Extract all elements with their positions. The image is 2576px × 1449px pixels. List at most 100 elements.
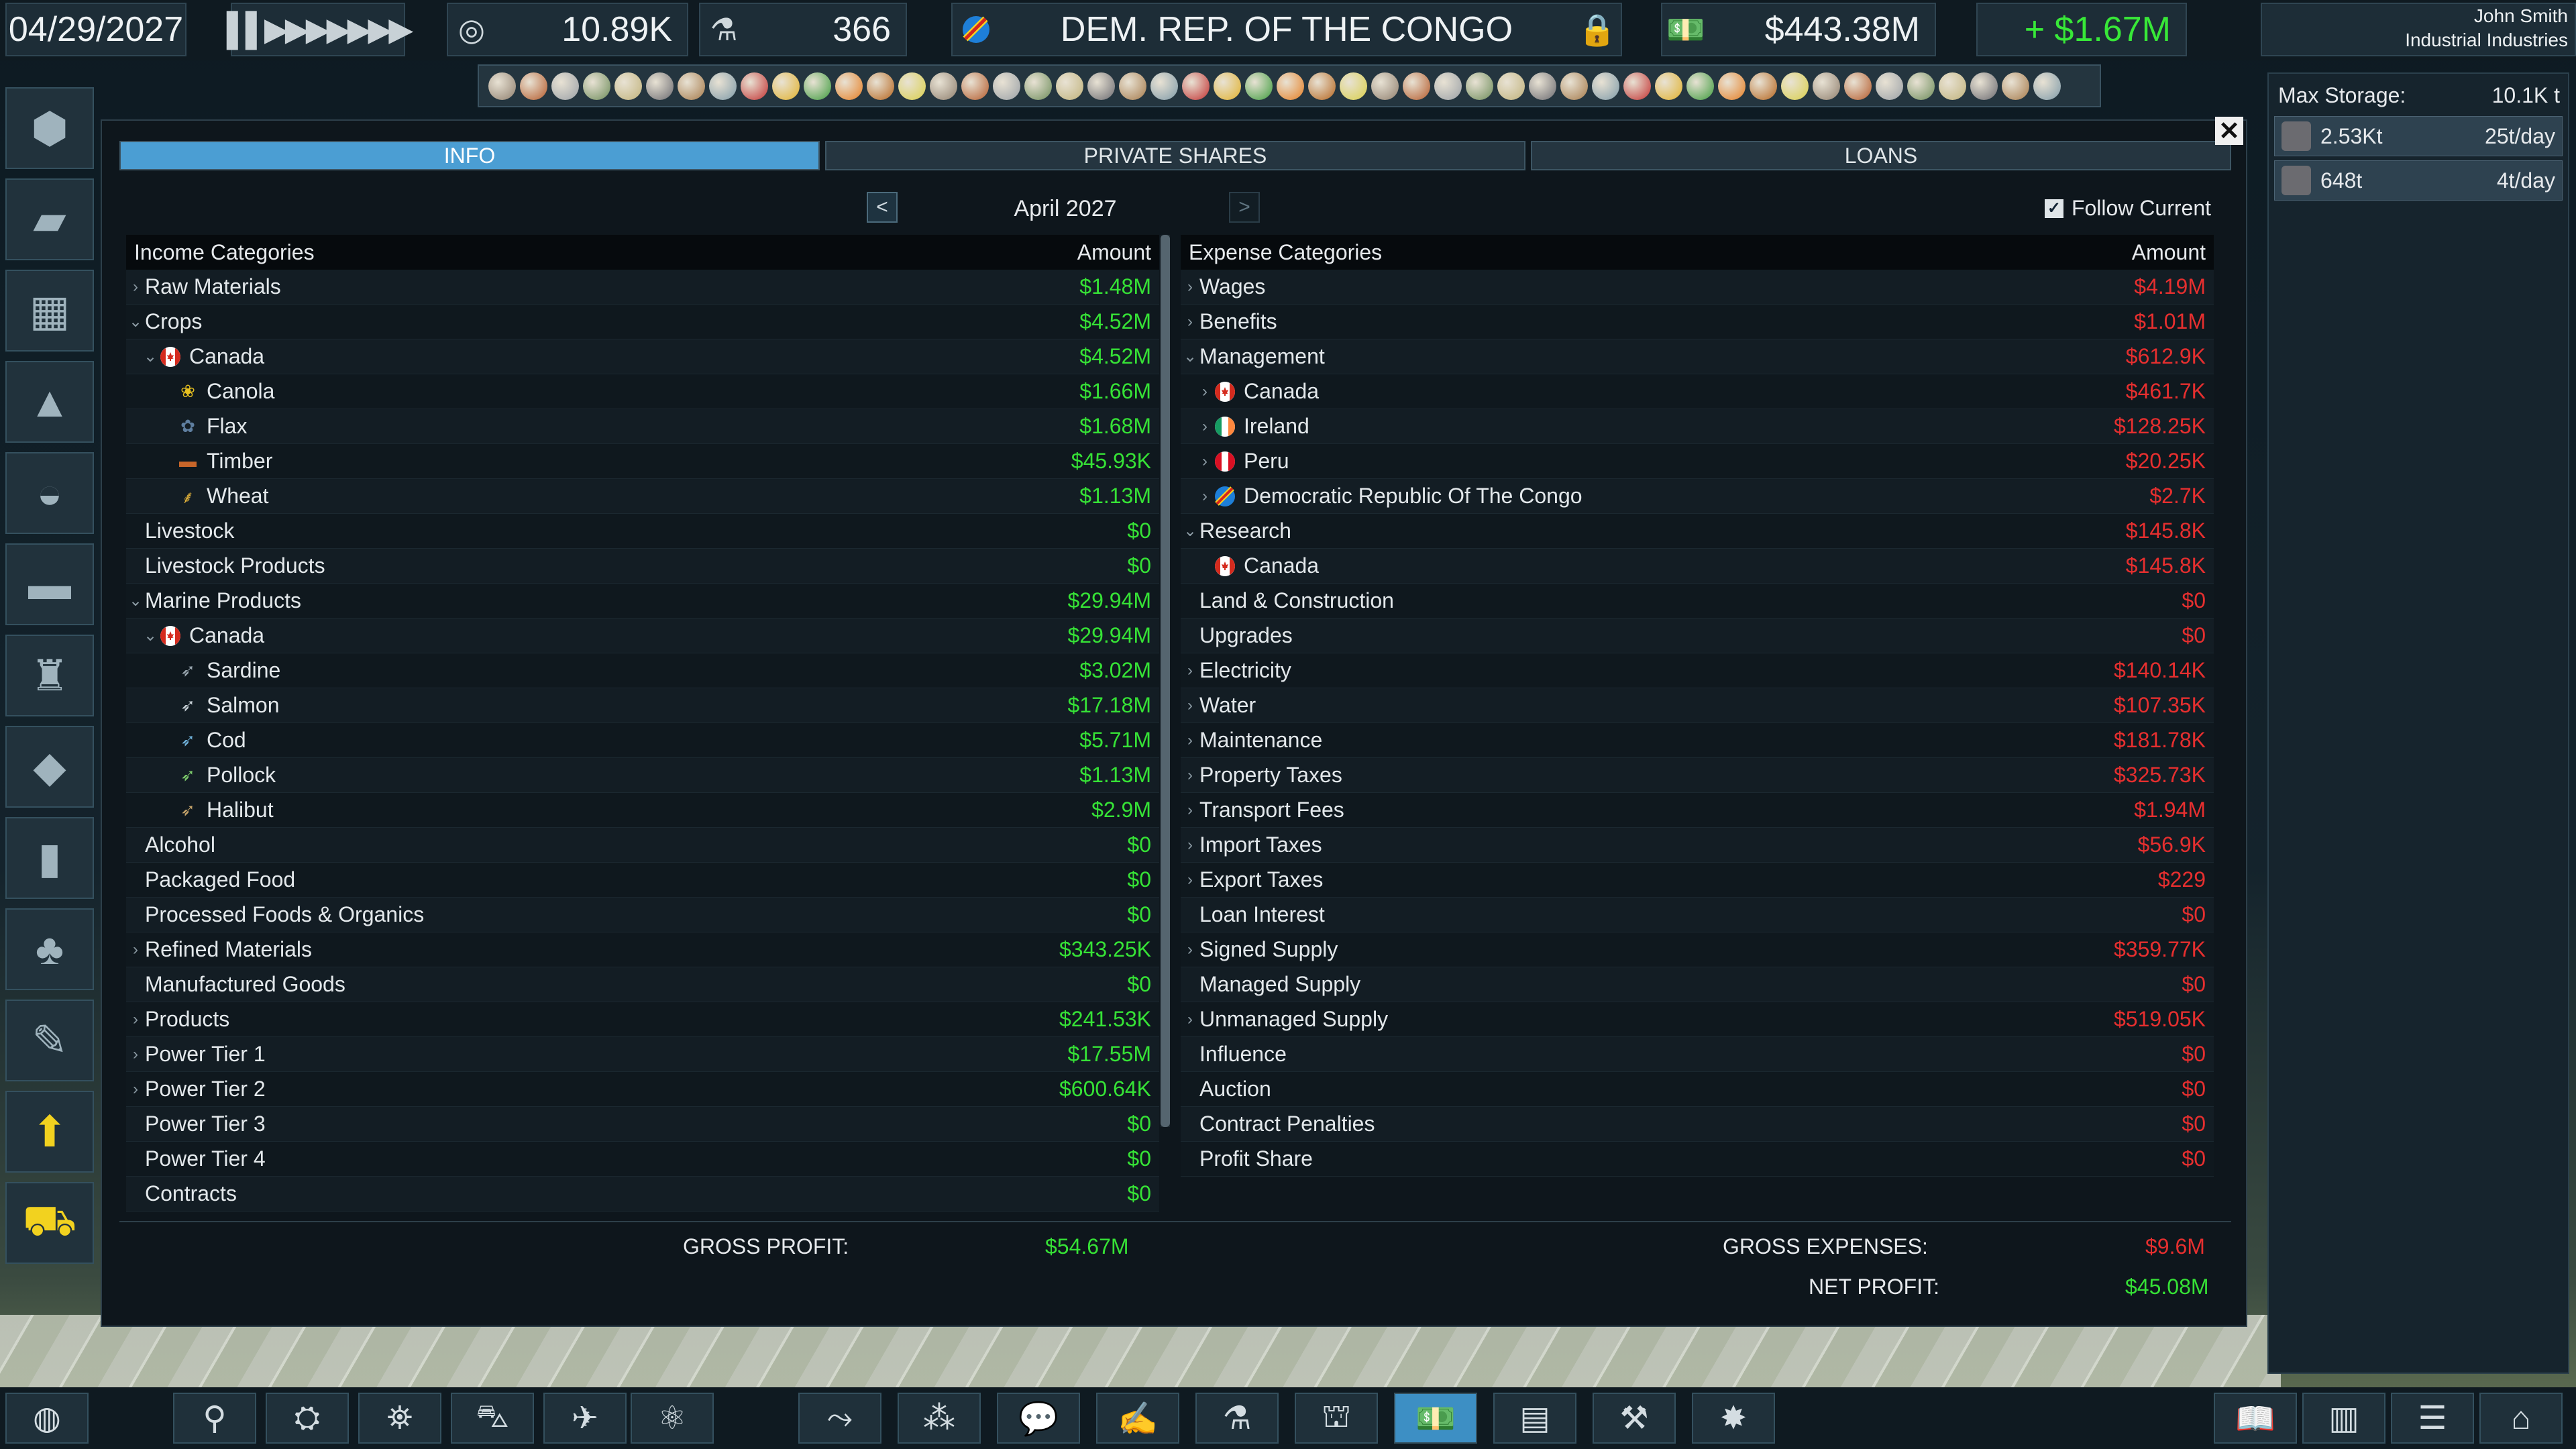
logistics-icon[interactable]: ⛭ (266, 1393, 349, 1444)
route-icon[interactable]: ⤳ (798, 1393, 881, 1444)
checkbox-checked-icon[interactable]: ✓ (2044, 199, 2063, 218)
resource-icon[interactable] (1939, 72, 1966, 100)
chevron-down-icon[interactable]: ⌄ (1181, 347, 1199, 366)
table-row[interactable]: › Canada $461.7K (1181, 374, 2214, 409)
resource-icon[interactable] (1308, 72, 1336, 100)
encyclopedia-icon[interactable]: 📖 (2214, 1393, 2297, 1444)
chevron-down-icon[interactable]: ⌄ (126, 591, 145, 610)
drone-icon[interactable]: ✈ (543, 1393, 627, 1444)
table-row[interactable]: ⌄ Marine Products $29.94M (126, 584, 1159, 619)
refinery-icon[interactable]: ♜ (5, 635, 94, 716)
income-scrollbar[interactable] (1161, 235, 1170, 1127)
mine-icon[interactable]: ◒ (5, 452, 94, 534)
atom-icon[interactable]: ⚛ (631, 1393, 714, 1444)
factory-icon[interactable]: ▦ (5, 270, 94, 352)
resource-icon[interactable] (1340, 72, 1367, 100)
resource-icon[interactable] (1434, 72, 1462, 100)
report-icon[interactable]: ▤ (1493, 1393, 1576, 1444)
home-icon[interactable]: ⌂ (2479, 1393, 2563, 1444)
next-month-button[interactable]: > (1229, 192, 1260, 223)
forest-icon[interactable]: ♣ (5, 908, 94, 990)
resource-icon[interactable] (2033, 72, 2061, 100)
country-name[interactable]: DEM. REP. OF THE CONGO (1000, 9, 1574, 50)
table-row[interactable]: › Benefits $1.01M (1181, 305, 2214, 339)
resource-icon[interactable] (1907, 72, 1935, 100)
table-row[interactable]: › Refined Materials $343.25K (126, 932, 1159, 967)
warehouse-icon[interactable]: ▰ (5, 178, 94, 260)
close-icon[interactable]: ✕ (2215, 117, 2243, 146)
resource-icon[interactable] (1214, 72, 1241, 100)
table-row[interactable]: › Power Tier 1 $17.55M (126, 1037, 1159, 1072)
resource-icon[interactable] (1686, 72, 1714, 100)
resource-icon[interactable] (1403, 72, 1430, 100)
chevron-right-icon[interactable]: › (1181, 731, 1199, 750)
table-row[interactable]: › Unmanaged Supply $519.05K (1181, 1002, 2214, 1037)
resource-icon[interactable] (1466, 72, 1493, 100)
resource-icon[interactable] (1119, 72, 1146, 100)
table-row[interactable]: ⌄ Crops $4.52M (126, 305, 1159, 339)
tab-private-shares[interactable]: PRIVATE SHARES (825, 141, 1525, 170)
chevron-right-icon[interactable]: › (1181, 661, 1199, 680)
chevron-right-icon[interactable]: › (1195, 382, 1214, 401)
resource-icon[interactable] (1813, 72, 1840, 100)
table-row[interactable]: ⌄ Canada $4.52M (126, 339, 1159, 374)
resource-icon[interactable] (520, 72, 547, 100)
previous-month-button[interactable]: < (867, 192, 898, 223)
resource-icon[interactable] (1182, 72, 1210, 100)
chevron-right-icon[interactable]: › (1181, 836, 1199, 855)
events-icon[interactable]: ✸ (1692, 1393, 1775, 1444)
satellite-icon[interactable]: ⛯ (358, 1393, 441, 1444)
table-row[interactable]: › Electricity $140.14K (1181, 653, 2214, 688)
resource-icon[interactable] (1655, 72, 1682, 100)
resource-icon[interactable] (709, 72, 737, 100)
globe-icon[interactable]: ◍ (5, 1393, 89, 1444)
resource-icon[interactable] (741, 72, 768, 100)
chevron-right-icon[interactable]: › (1181, 278, 1199, 297)
resource-icon[interactable] (898, 72, 926, 100)
resource-icon[interactable] (1087, 72, 1115, 100)
resource-icon[interactable] (1718, 72, 1746, 100)
resource-icon[interactable] (804, 72, 831, 100)
list-icon[interactable]: ☰ (2391, 1393, 2474, 1444)
resource-icon[interactable] (646, 72, 674, 100)
resource-icon[interactable] (583, 72, 610, 100)
eyedropper-icon[interactable]: ✎ (5, 1000, 94, 1081)
resource-icon[interactable] (1970, 72, 1998, 100)
power-plant-icon[interactable]: ▮ (5, 817, 94, 899)
resource-icon[interactable] (1024, 72, 1052, 100)
chevron-right-icon[interactable]: › (126, 278, 145, 297)
resource-icon[interactable] (551, 72, 579, 100)
tab-info[interactable]: INFO (119, 141, 820, 170)
chevron-right-icon[interactable]: › (1181, 801, 1199, 820)
table-row[interactable]: › Import Taxes $56.9K (1181, 828, 2214, 863)
speed-controls[interactable]: ▌▌▶▶▶▶▶▶▶ (227, 3, 413, 56)
chevron-right-icon[interactable]: › (1181, 1010, 1199, 1029)
shipyard-icon[interactable]: ◆ (5, 726, 94, 808)
crane-icon[interactable]: ⚒ (1593, 1393, 1676, 1444)
resource-icon[interactable] (961, 72, 989, 100)
table-row[interactable]: › Property Taxes $325.73K (1181, 758, 2214, 793)
resource-icon[interactable] (1497, 72, 1525, 100)
table-row[interactable]: › Ireland $128.25K (1181, 409, 2214, 444)
market-icon[interactable]: ⛫ (1295, 1393, 1378, 1444)
resource-icon[interactable] (1371, 72, 1399, 100)
resource-icon[interactable] (835, 72, 863, 100)
table-row[interactable]: › Power Tier 2 $600.64K (126, 1072, 1159, 1107)
research-icon[interactable]: ⚲ (173, 1393, 256, 1444)
resource-icon[interactable] (1529, 72, 1556, 100)
table-row[interactable]: › Raw Materials $1.48M (126, 270, 1159, 305)
chevron-down-icon[interactable]: ⌄ (1181, 521, 1199, 541)
resource-icon[interactable] (993, 72, 1020, 100)
resource-icon[interactable] (1750, 72, 1777, 100)
resource-icon[interactable] (1623, 72, 1651, 100)
chevron-right-icon[interactable]: › (126, 1010, 145, 1029)
storage-item[interactable]: 648t 4t/day (2274, 160, 2563, 201)
resource-icon[interactable] (1560, 72, 1588, 100)
resource-icon[interactable] (1245, 72, 1273, 100)
chevron-right-icon[interactable]: › (1195, 487, 1214, 506)
chevron-down-icon[interactable]: ⌄ (141, 347, 160, 366)
table-row[interactable]: › Signed Supply $359.77K (1181, 932, 2214, 967)
chevron-right-icon[interactable]: › (126, 941, 145, 959)
chevron-right-icon[interactable]: › (1195, 417, 1214, 436)
table-row[interactable]: › Water $107.35K (1181, 688, 2214, 723)
